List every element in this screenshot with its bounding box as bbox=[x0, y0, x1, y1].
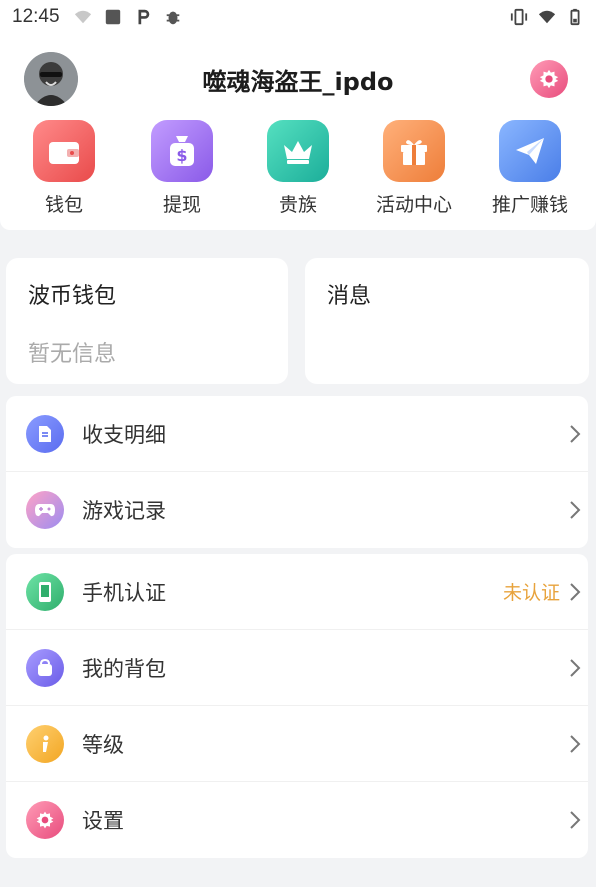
menu-transactions[interactable]: 收支明细 bbox=[6, 396, 588, 472]
wallet-card[interactable]: 波币钱包 暂无信息 bbox=[6, 258, 288, 384]
menu-phone-verify[interactable]: 手机认证 未认证 bbox=[6, 554, 588, 630]
chevron-right-icon bbox=[570, 811, 581, 829]
menu-group-1: 收支明细 游戏记录 bbox=[6, 396, 588, 548]
quick-activity-center-label: 活动中心 bbox=[375, 194, 452, 216]
message-card[interactable]: 消息 bbox=[305, 258, 589, 384]
menu-game-records-label: 游戏记录 bbox=[82, 499, 166, 523]
p-icon bbox=[138, 9, 149, 25]
quick-withdraw-label: 提现 bbox=[162, 194, 201, 216]
quick-noble[interactable]: 贵族 bbox=[240, 120, 356, 217]
chevron-right-icon bbox=[570, 424, 581, 443]
chevron-right-icon bbox=[570, 734, 581, 753]
message-card-title: 消息 bbox=[327, 284, 372, 309]
quick-wallet[interactable]: 钱包 bbox=[6, 120, 122, 217]
quick-withdraw[interactable]: $ 提现 bbox=[124, 120, 240, 217]
battery-icon bbox=[570, 8, 580, 26]
square-icon bbox=[105, 9, 120, 25]
quick-promote[interactable]: 推广赚钱 bbox=[472, 120, 588, 217]
chevron-right-icon bbox=[570, 582, 581, 601]
gear-icon bbox=[36, 811, 54, 829]
vibrate-icon bbox=[510, 8, 528, 26]
bug-icon bbox=[166, 11, 179, 25]
bag-icon bbox=[38, 658, 52, 676]
profile-header: 噬魂海盗王_ipdo 钱包 $ 提现 贵族 活动中心 推广赚钱 bbox=[0, 34, 596, 230]
menu-transactions-label: 收支明细 bbox=[82, 422, 166, 447]
settings-button[interactable] bbox=[530, 60, 568, 98]
gear-icon bbox=[539, 69, 559, 89]
status-time: 12:45 bbox=[12, 6, 60, 27]
menu-backpack-label: 我的背包 bbox=[82, 656, 166, 681]
menu-level[interactable]: 等级 bbox=[6, 706, 588, 782]
wallet-card-title: 波币钱包 bbox=[28, 284, 117, 309]
username: 噬魂海盗王_ipdo bbox=[202, 68, 394, 96]
phone-icon bbox=[39, 581, 51, 602]
menu-group-2: 手机认证 未认证 我的背包 等级 设置 bbox=[6, 554, 588, 858]
chevron-right-icon bbox=[570, 658, 581, 677]
document-icon bbox=[39, 425, 51, 442]
quick-wallet-label: 钱包 bbox=[44, 194, 83, 216]
quick-promote-label: 推广赚钱 bbox=[491, 194, 568, 216]
phone-verify-status: 未认证 bbox=[502, 582, 560, 604]
paper-plane-icon bbox=[516, 138, 544, 164]
money-bag-icon: $ bbox=[170, 136, 194, 166]
quick-noble-label: 贵族 bbox=[278, 194, 317, 216]
menu-settings[interactable]: 设置 bbox=[6, 782, 588, 858]
wifi-off-icon bbox=[538, 10, 556, 24]
info-icon bbox=[43, 735, 49, 752]
quick-actions: 钱包 $ 提现 贵族 活动中心 推广赚钱 bbox=[0, 120, 596, 220]
quick-activity-center[interactable]: 活动中心 bbox=[356, 120, 472, 217]
wallet-icon bbox=[49, 142, 79, 164]
wifi-question-icon bbox=[74, 10, 91, 24]
svg-text:$: $ bbox=[176, 146, 187, 165]
menu-backpack[interactable]: 我的背包 bbox=[6, 630, 588, 706]
crown-icon bbox=[284, 141, 312, 164]
menu-game-records[interactable]: 游戏记录 bbox=[6, 472, 588, 548]
chevron-right-icon bbox=[570, 501, 581, 519]
wallet-card-subtitle: 暂无信息 bbox=[28, 342, 117, 367]
menu-phone-verify-label: 手机认证 bbox=[82, 580, 166, 605]
gift-icon bbox=[401, 140, 427, 165]
status-bar: 12:45 bbox=[0, 0, 596, 34]
menu-settings-label: 设置 bbox=[82, 809, 124, 833]
menu-level-label: 等级 bbox=[82, 732, 124, 757]
gamepad-icon bbox=[35, 504, 55, 517]
